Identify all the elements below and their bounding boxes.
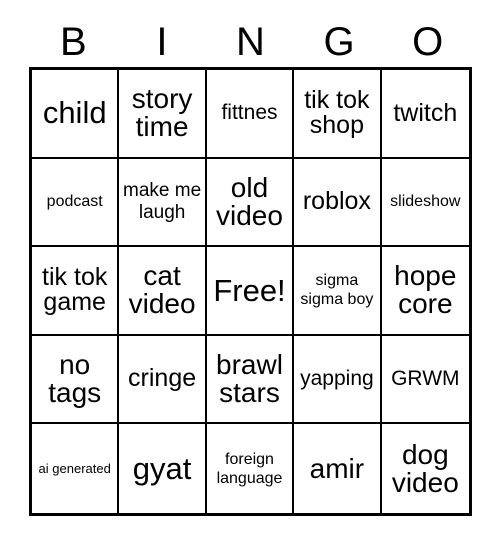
bingo-cell-b3[interactable]: tik tok game	[32, 247, 120, 336]
bingo-cell-label: no tags	[48, 349, 102, 409]
bingo-header-letter-b: B	[59, 20, 87, 64]
bingo-cell-label: yapping	[300, 367, 374, 391]
bingo-cell-i1[interactable]: story time	[119, 70, 207, 159]
free-space-label: Free!	[213, 272, 286, 308]
bingo-header-letter-i: I	[156, 20, 168, 64]
bingo-cell-label: cat video	[128, 260, 196, 320]
bingo-header-row: B I N G O	[29, 18, 472, 66]
bingo-cell-g1[interactable]: tik tok shop	[294, 70, 382, 159]
bingo-cell-i4[interactable]: cringe	[119, 335, 207, 425]
bingo-cell-label: brawl stars	[216, 349, 283, 409]
bingo-cell-n5[interactable]: foreign language	[206, 424, 295, 513]
bingo-cell-n2[interactable]: old video	[206, 158, 295, 248]
bingo-cell-g3[interactable]: sigma sigma boy	[294, 247, 382, 336]
bingo-header-letter-g: G	[323, 20, 355, 64]
bingo-cell-label: sigma sigma boy	[300, 272, 374, 309]
bingo-cell-label: amir	[309, 452, 365, 484]
bingo-cell-label: ai generated	[38, 460, 111, 476]
bingo-cell-g4[interactable]: yapping	[294, 335, 382, 425]
bingo-cell-label: old video	[216, 171, 283, 231]
bingo-cell-b2[interactable]: podcast	[32, 158, 120, 248]
bingo-cell-g5[interactable]: amir	[294, 424, 382, 513]
bingo-cell-label: fittnes	[221, 101, 278, 125]
bingo-cell-i5[interactable]: gyat	[119, 424, 207, 513]
bingo-cell-label: dog video	[391, 438, 459, 498]
bingo-cell-label: podcast	[46, 193, 103, 211]
bingo-cell-label: tik tok game	[42, 262, 108, 317]
bingo-cell-label: GRWM	[391, 367, 460, 391]
bingo-cell-label: cringe	[128, 364, 197, 393]
bingo-cell-label: slideshow	[390, 193, 461, 211]
bingo-cell-b5[interactable]: ai generated	[32, 424, 120, 513]
bingo-grid: child story time fittnes tik tok shop tw…	[29, 67, 472, 516]
bingo-cell-label: gyat	[132, 450, 192, 486]
bingo-cell-o3[interactable]: hope core	[381, 247, 469, 336]
bingo-cell-o1[interactable]: twitch	[381, 70, 469, 159]
bingo-cell-label: child	[42, 95, 107, 131]
bingo-cell-b4[interactable]: no tags	[32, 335, 120, 425]
bingo-cell-label: story time	[131, 83, 193, 143]
bingo-cell-o2[interactable]: slideshow	[381, 158, 469, 248]
bingo-cell-n4[interactable]: brawl stars	[206, 335, 295, 425]
bingo-cell-n1[interactable]: fittnes	[206, 70, 295, 159]
bingo-cell-o4[interactable]: GRWM	[381, 335, 469, 425]
bingo-header-letter-n: N	[236, 20, 265, 64]
bingo-cell-b1[interactable]: child	[32, 70, 120, 159]
bingo-cell-label: make me laugh	[123, 180, 202, 223]
bingo-cell-label: tik tok shop	[304, 85, 370, 140]
bingo-cell-label: hope core	[394, 260, 457, 320]
bingo-header-letter-o: O	[412, 20, 444, 64]
bingo-cell-i3[interactable]: cat video	[119, 247, 207, 336]
bingo-cell-label: foreign language	[216, 450, 283, 487]
bingo-cell-label: twitch	[393, 98, 458, 127]
bingo-cell-label: roblox	[302, 187, 371, 216]
bingo-cell-g2[interactable]: roblox	[294, 158, 382, 248]
bingo-cell-i2[interactable]: make me laugh	[119, 158, 207, 248]
bingo-cell-o5[interactable]: dog video	[381, 424, 469, 513]
bingo-cell-free-space[interactable]: Free!	[206, 247, 295, 336]
bingo-card: B I N G O child story time fittnes tik t…	[0, 0, 501, 544]
